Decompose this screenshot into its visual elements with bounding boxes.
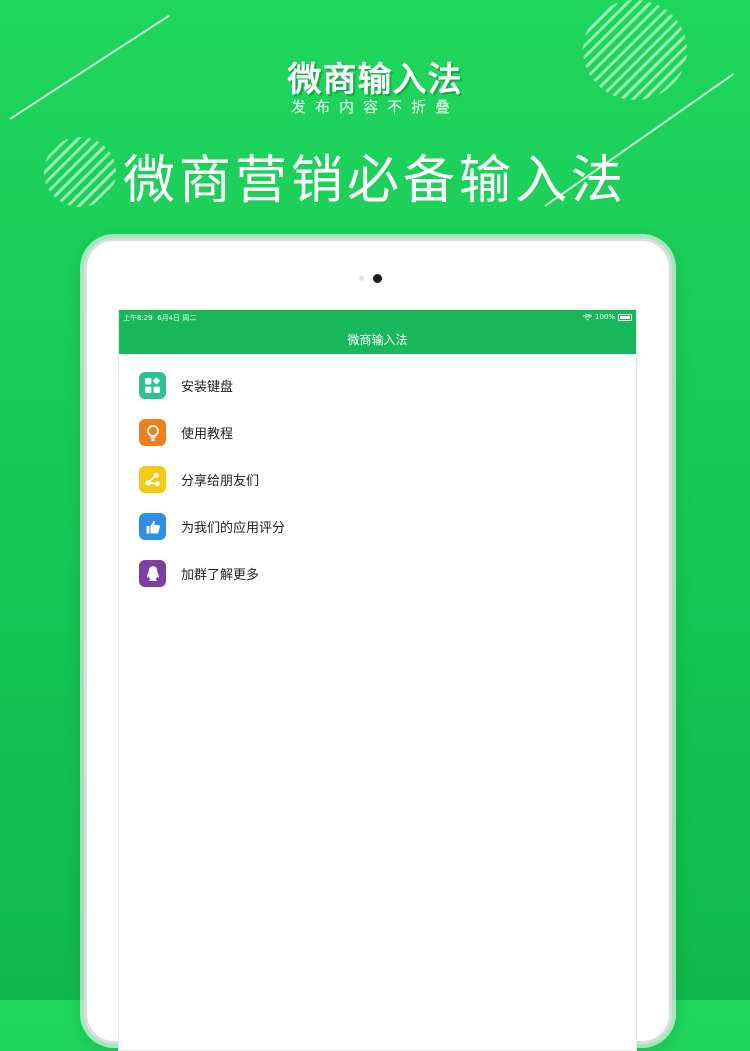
menu-item-label: 分享给朋友们 [181, 474, 260, 489]
menu-item-rate-app[interactable]: 为我们的应用评分 [119, 503, 636, 550]
promo-headline: 微商营销必备输入法 [122, 151, 627, 211]
menu-item-label: 使用教程 [181, 427, 234, 442]
wifi-icon [583, 313, 592, 321]
menu-item-share[interactable]: 分享给朋友们 [119, 456, 636, 503]
promo-subtitle: 发布内容不折叠 [290, 98, 459, 116]
menu-item-join-group[interactable]: 加群了解更多 [119, 550, 636, 597]
share-icon [139, 466, 166, 493]
app-screen: 上午8:29 6月4日 周二 100% 微商输入法 安装键盘 使用教程 分享给朋… [118, 309, 637, 1051]
status-date: 6月4日 周二 [157, 314, 197, 322]
menu-item-install-keyboard[interactable]: 安装键盘 [119, 362, 636, 409]
tablet-frame: 上午8:29 6月4日 周二 100% 微商输入法 安装键盘 使用教程 分享给朋… [84, 238, 672, 1051]
battery-icon [618, 313, 632, 321]
battery-percent: 100% [594, 313, 615, 321]
status-bar: 上午8:29 6月4日 周二 100% [119, 310, 636, 324]
promo-title: 微商输入法 [287, 60, 463, 100]
grid-icon [139, 372, 166, 399]
thumbs-up-icon [139, 513, 166, 540]
camera-dot [373, 274, 382, 283]
status-time: 上午8:29 [123, 314, 153, 322]
menu-item-tutorial[interactable]: 使用教程 [119, 409, 636, 456]
menu-item-label: 安装键盘 [181, 380, 234, 395]
qq-penguin-icon [139, 560, 166, 587]
sensor-dot [359, 276, 364, 281]
menu-item-label: 加群了解更多 [181, 568, 260, 583]
nav-title: 微商输入法 [347, 332, 408, 347]
menu-list: 安装键盘 使用教程 分享给朋友们 为我们的应用评分 加群了解更多 [119, 362, 636, 597]
menu-item-label: 为我们的应用评分 [181, 521, 286, 536]
nav-bar: 微商输入法 [119, 324, 636, 354]
lightbulb-icon [139, 419, 166, 446]
status-right: 100% [583, 313, 632, 321]
status-time-date: 上午8:29 6月4日 周二 [123, 313, 196, 323]
